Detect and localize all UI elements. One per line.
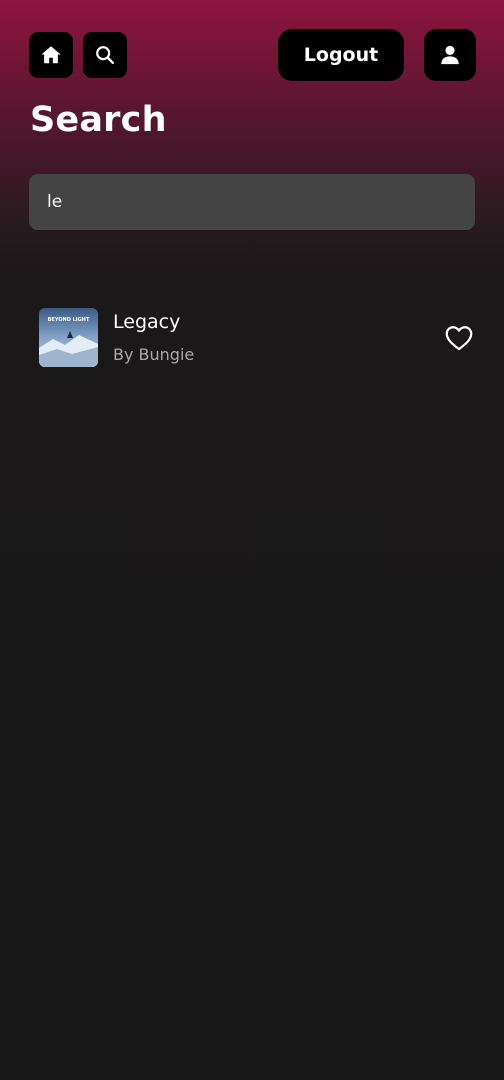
profile-button[interactable] [424, 29, 476, 81]
album-cover: BEYOND LIGHT [39, 308, 98, 367]
track-title: Legacy [113, 311, 181, 333]
search-result-item[interactable]: BEYOND LIGHT Legacy By Bungie [39, 307, 475, 367]
search-icon [96, 46, 114, 64]
top-bar: Logout [29, 29, 476, 81]
heart-icon [445, 326, 473, 351]
user-icon [441, 45, 459, 65]
page-title: Search [30, 100, 167, 140]
favorite-button[interactable] [443, 323, 475, 353]
logout-button[interactable]: Logout [278, 29, 404, 81]
cover-text: BEYOND LIGHT [48, 317, 90, 323]
track-artist: By Bungie [113, 345, 195, 364]
home-button[interactable] [29, 32, 73, 78]
search-page: Logout Search le BEYOND LIGHT Legacy By … [0, 0, 504, 1080]
search-input[interactable] [45, 191, 459, 213]
search-button[interactable] [83, 32, 127, 78]
search-field[interactable] [29, 174, 475, 230]
home-icon [41, 46, 61, 64]
